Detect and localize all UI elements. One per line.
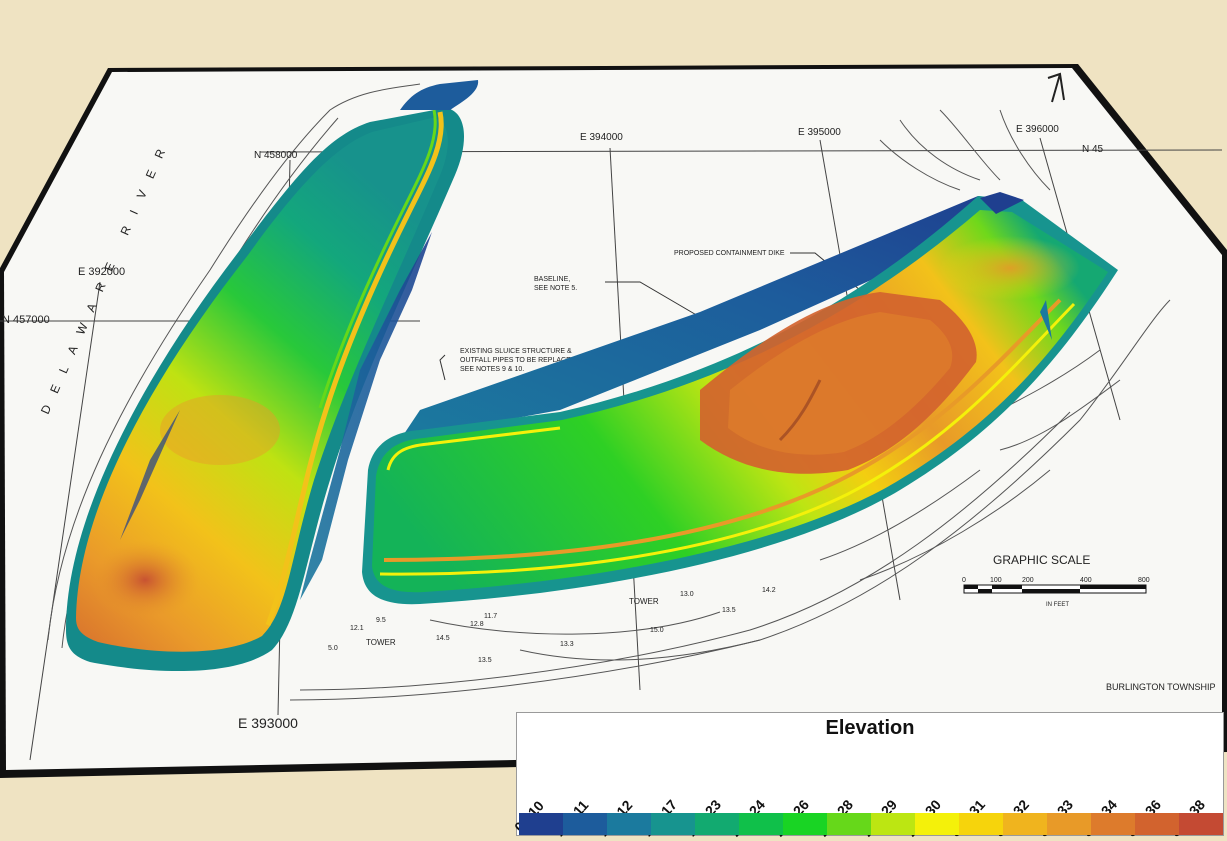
spot-elevation: 11.7 [484,613,497,620]
scale-tick: 100 [990,577,1002,584]
west-hotspot [160,395,280,465]
grid-label-e393000: E 393000 [238,715,298,731]
spot-elevation: 12.8 [470,621,484,628]
legend-swatch [1091,813,1135,835]
scale-tick: 400 [1080,577,1092,584]
dike-annotation: PROPOSED CONTAINMENT DIKE [674,250,785,257]
spot-elevation: 9.5 [376,617,386,624]
legend-swatch [651,813,695,835]
spot-elevation: 13.0 [680,591,694,598]
east-hotspot [940,236,1080,300]
spot-elevation: 13.5 [478,657,492,664]
legend-swatch [871,813,915,835]
scale-bar-segment [978,589,992,593]
grid-label-e395000: E 395000 [798,127,841,138]
legend-swatch [563,813,607,835]
legend-swatch [1179,813,1223,835]
scale-bar-segment [964,585,978,589]
scale-tick: 800 [1138,577,1150,584]
legend-labels: 0 - 1010 - 1111 - 1212 - 1717 - 2323 - 2… [511,713,1223,839]
legend-swatch [519,813,563,835]
legend-color-bar [519,813,1223,835]
sluice-annotation-3: SEE NOTES 9 & 10. [460,366,524,373]
legend-swatch [827,813,871,835]
legend-swatch [695,813,739,835]
tower-label-east: TOWER [629,597,659,606]
scale-bar-segment [1022,589,1080,593]
legend-swatch [915,813,959,835]
grid-label-n457000: N 457000 [2,314,50,326]
legend-swatch [1135,813,1179,835]
spot-elevation: 14.5 [436,635,450,642]
legend-swatch [1003,813,1047,835]
elevation-legend: Elevation 0 - 1010 - 1111 - 1212 - 1717 … [511,712,1224,840]
legend-swatch [783,813,827,835]
grid-label-e394000: E 394000 [580,132,623,143]
grid-label-n458000: N 458000 [254,150,298,161]
spot-elevation: 12.1 [350,625,364,632]
legend-swatch [607,813,651,835]
spot-elevation: 14.2 [762,587,776,594]
tower-label-west: TOWER [366,638,396,647]
legend-swatch [739,813,783,835]
scale-tick: 0 [962,577,966,584]
spot-elevation: 13.5 [722,607,736,614]
scale-bar-segment [992,585,1022,589]
sluice-annotation-1: EXISTING SLUICE STRUCTURE & [460,348,572,355]
baseline-annotation-2: SEE NOTE 5. [534,285,577,292]
spot-elevation: 15.0 [650,627,664,634]
spot-elevation: 13.3 [560,641,574,648]
legend-swatch [959,813,1003,835]
scale-bar-segment [1080,585,1146,589]
baseline-annotation-1: BASELINE, [534,276,570,283]
legend-swatch [1047,813,1091,835]
graphic-scale-title: GRAPHIC SCALE [993,553,1090,567]
spot-elevation: 5.0 [328,645,338,652]
scale-tick: 200 [1022,577,1034,584]
scale-units: IN FEET [1046,602,1069,608]
grid-label-e396000: E 396000 [1016,124,1059,135]
township-label: BURLINGTON TOWNSHIP [1106,682,1216,692]
west-hotspot [90,540,200,620]
grid-label-n45: N 45 [1082,144,1104,155]
